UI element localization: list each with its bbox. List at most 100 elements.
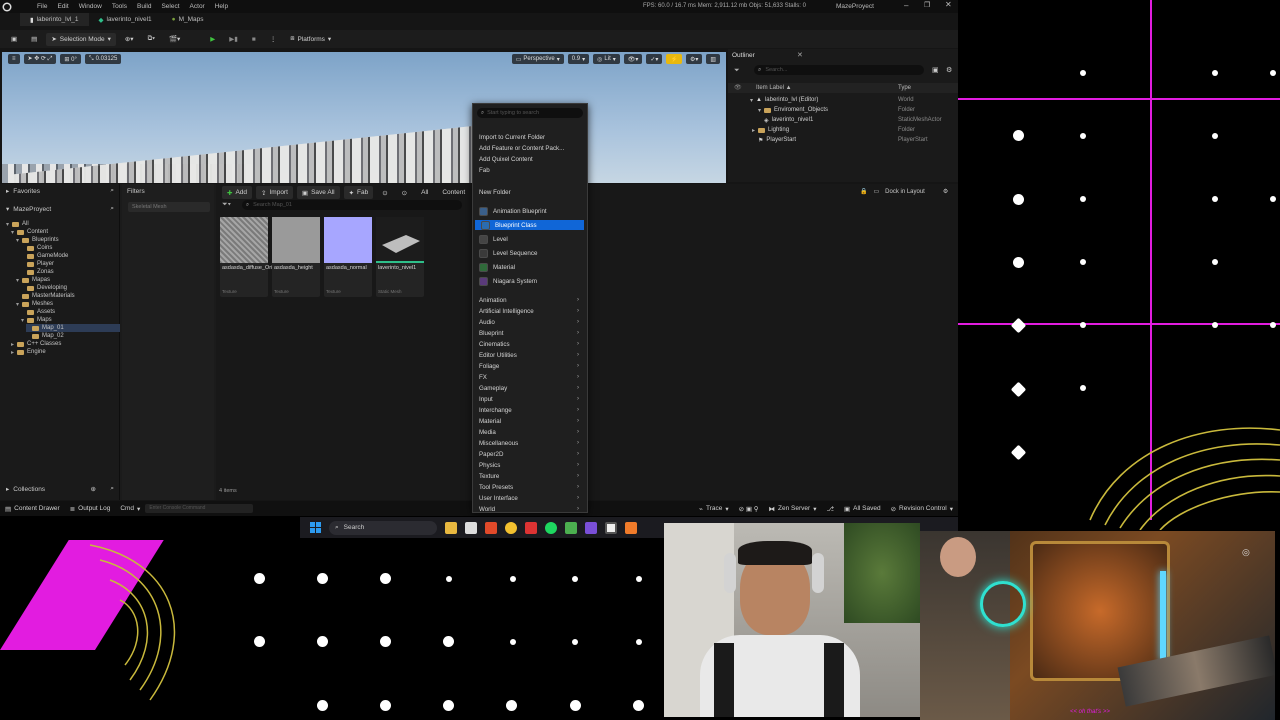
history-forward-icon[interactable]: ⊙	[397, 186, 412, 199]
submenu-miscellaneous[interactable]: Miscellaneous ›	[473, 438, 587, 448]
outliner-row[interactable]: ▾ ▲ laberinto_lvl (Editor)	[750, 95, 818, 105]
submenu-gameplay[interactable]: Gameplay ›	[473, 383, 587, 393]
revision-control-button[interactable]: ⊘ Revision Control ▾	[886, 502, 958, 515]
source-control-icon[interactable]: ⎇	[821, 502, 839, 515]
submenu-paper2d[interactable]: Paper2D ›	[473, 449, 587, 459]
grid-snap[interactable]: ⊞ 0°	[60, 54, 81, 64]
menu-item-level-sequence[interactable]: Level Sequence	[473, 248, 587, 258]
derived-data-icon[interactable]: ⊘ ▣ ⚲	[734, 502, 764, 515]
menu-tools[interactable]: Tools	[107, 3, 132, 10]
add-folder-icon[interactable]: ▣	[932, 66, 939, 74]
cmd-dropdown[interactable]: Cmd ▾	[115, 502, 145, 515]
tree-item[interactable]: Developing	[21, 284, 120, 292]
menu-item-material[interactable]: Material	[473, 262, 587, 272]
outliner-search-input[interactable]: ⌕ Search...	[754, 65, 924, 75]
all-saved-button[interactable]: ▣ All Saved	[839, 502, 886, 515]
windows-start-icon[interactable]	[310, 522, 321, 533]
chrome-icon[interactable]	[505, 521, 517, 534]
app-icon[interactable]	[565, 521, 577, 534]
settings-icon[interactable]: ⚙	[946, 66, 952, 74]
favorites-header[interactable]: ▸ Favorites ⌕	[0, 184, 120, 198]
perspective-dropdown[interactable]: ▭ Perspective ▾	[511, 54, 564, 64]
add-button[interactable]: ✚ Add	[222, 186, 253, 199]
submenu-foliage[interactable]: Foliage ›	[473, 361, 587, 371]
close-tab-icon[interactable]: ✕	[797, 51, 803, 59]
dock-in-layout-button[interactable]: Dock in Layout	[885, 189, 925, 195]
save-all-button[interactable]: ▣ Save All	[296, 186, 340, 199]
brave-icon[interactable]	[485, 521, 497, 534]
menu-item[interactable]: Import to Current Folder	[473, 132, 587, 142]
path-all[interactable]: All	[416, 186, 433, 199]
output-log-button[interactable]: ≣ Output Log	[65, 502, 116, 515]
filter-chip[interactable]: Skeletal Mesh	[128, 202, 210, 212]
menu-item[interactable]: Add Feature or Content Pack...	[473, 143, 587, 153]
tree-item[interactable]: ▸ C++ Classes	[11, 340, 120, 348]
zen-server-button[interactable]: ⧓ Zen Server ▾	[764, 502, 822, 515]
submenu-interchange[interactable]: Interchange ›	[473, 405, 587, 415]
submenu-artificial-intelligence[interactable]: Artificial Intelligence ›	[473, 306, 587, 316]
add-actor-icon[interactable]: ⊕▾	[120, 33, 139, 46]
asset-search-input[interactable]: ⌕ Search Map_01	[242, 200, 462, 210]
collections-header[interactable]: ▸ Collections ⊕ ⌕	[0, 482, 120, 496]
submenu-cinematics[interactable]: Cinematics ›	[473, 339, 587, 349]
maximize-button[interactable]: ❐	[924, 1, 930, 9]
layout-icon[interactable]: ▥	[706, 54, 720, 64]
tree-item[interactable]: ▾ Blueprints	[16, 236, 120, 244]
spotify-icon[interactable]	[545, 521, 557, 534]
tree-item[interactable]: ▾ Content	[11, 228, 120, 236]
lock-icon[interactable]: 🔒	[860, 188, 867, 195]
search-icon[interactable]: ⌕	[110, 187, 114, 195]
submenu-fx[interactable]: FX ›	[473, 372, 587, 382]
platforms-dropdown[interactable]: ⧈ Platforms ▾	[285, 33, 336, 46]
col-type-header[interactable]: Type	[898, 85, 911, 91]
settings-icon[interactable]: ⚙	[943, 188, 948, 195]
tree-item[interactable]: Assets	[21, 308, 120, 316]
file-explorer-icon[interactable]	[445, 521, 457, 534]
outliner-row[interactable]: ▸ Lighting	[752, 125, 789, 135]
stop-button[interactable]: ■	[247, 33, 261, 46]
tab-level[interactable]: ▮ laberinto_lvl_1	[20, 13, 89, 26]
menu-item[interactable]: Add Quixel Content	[473, 154, 587, 164]
show-flags-icon[interactable]: 👁▾	[623, 54, 643, 64]
browse-icon[interactable]: ▤	[26, 33, 42, 46]
submenu-blueprint[interactable]: Blueprint ›	[473, 328, 587, 338]
unreal-icon[interactable]	[605, 521, 617, 534]
search-icon[interactable]: ⌕	[110, 205, 114, 213]
save-icon[interactable]: ▣	[6, 33, 22, 46]
submenu-user-interface[interactable]: User Interface ›	[473, 493, 587, 503]
tree-item[interactable]: MasterMaterials	[16, 292, 120, 300]
lit-dropdown[interactable]: ◎ Lit ▾	[593, 54, 620, 64]
asset-tile[interactable]: asdasda_height Texture	[272, 217, 320, 297]
tree-item[interactable]: ▾ Meshes	[16, 300, 120, 308]
app-icon[interactable]	[525, 521, 537, 534]
asset-tile[interactable]: asdasda_diffuse_Original Texture	[220, 217, 284, 297]
filter-icon[interactable]: ⏷	[734, 67, 740, 75]
step-button[interactable]: ▶▮	[224, 33, 243, 46]
tree-item[interactable]: Map_01	[26, 324, 120, 332]
import-button[interactable]: ⇪ Import	[256, 186, 293, 199]
settings-icon[interactable]: ⚙▾	[685, 54, 703, 64]
cinematics-icon[interactable]: 🎬▾	[164, 33, 185, 46]
menu-item-niagara-system[interactable]: Niagara System	[473, 276, 587, 286]
asset-tile[interactable]: laverinto_nivel1 Static Mesh	[376, 217, 424, 297]
snap-toggle-icon[interactable]: ✓▾	[646, 54, 663, 64]
submenu-tool-presets[interactable]: Tool Presets ›	[473, 482, 587, 492]
store-icon[interactable]	[465, 521, 477, 534]
menu-help[interactable]: Help	[210, 3, 233, 10]
tab-material[interactable]: ● M_Maps	[162, 13, 214, 26]
menu-edit[interactable]: Edit	[52, 3, 73, 10]
tree-item[interactable]: ▾ All	[6, 220, 120, 228]
submenu-material[interactable]: Material ›	[473, 416, 587, 426]
submenu-physics[interactable]: Physics ›	[473, 460, 587, 470]
menu-item-animation-blueprint[interactable]: Animation Blueprint	[473, 206, 587, 216]
outliner-row[interactable]: ⚑ PlayerStart	[758, 135, 796, 145]
add-collection-icon[interactable]: ⊕	[91, 485, 96, 493]
submenu-editor-utilities[interactable]: Editor Utilities ›	[473, 350, 587, 360]
visual-studio-icon[interactable]	[585, 521, 597, 534]
path-content[interactable]: Content	[437, 186, 470, 199]
fov-dropdown[interactable]: 0.9 ▾	[567, 54, 590, 64]
menu-file[interactable]: File	[32, 3, 52, 10]
submenu-media[interactable]: Media ›	[473, 427, 587, 437]
realtime-icon[interactable]: ⚡	[666, 54, 682, 64]
trace-button[interactable]: ⌁ Trace ▾	[694, 502, 734, 515]
